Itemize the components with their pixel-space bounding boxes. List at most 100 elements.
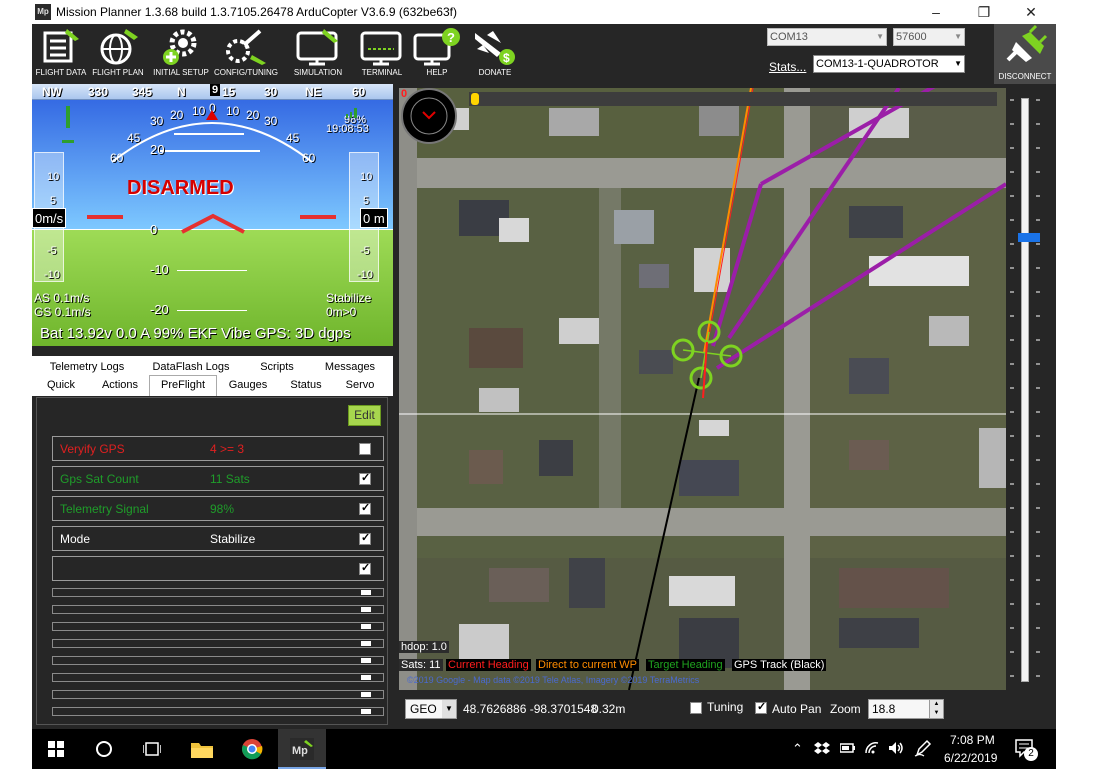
aircraft-symbol: [181, 213, 245, 234]
auto-pan-checkbox[interactable]: [755, 700, 767, 714]
mission-planner-taskbar-button[interactable]: Mp: [278, 729, 326, 769]
task-view-icon: [142, 742, 162, 756]
check-row-collapsed[interactable]: [52, 605, 384, 614]
verify-gps-checkbox[interactable]: [359, 443, 371, 455]
svg-text:$: $: [503, 51, 510, 65]
windows-taskbar: Mp ⌃ 7:08 PM 6/22/2019 2: [32, 729, 1056, 769]
zoom-stepper[interactable]: 18.8 ▲ ▼: [868, 699, 944, 719]
check-row-mode: Mode Stabilize: [52, 526, 384, 551]
signal-bars-icon: [346, 108, 357, 118]
check-row-collapsed[interactable]: [52, 639, 384, 648]
map-status-bar: GEO ▼ 48.7626886 -98.3701548 0.32m Tunin…: [399, 692, 1056, 727]
zoom-slider[interactable]: [1006, 88, 1056, 690]
pen-icon[interactable]: [914, 739, 932, 757]
help-button[interactable]: ? HELP: [412, 24, 462, 84]
baud-select[interactable]: 57600 ▼: [893, 28, 965, 46]
close-button[interactable]: ✕: [1017, 3, 1045, 21]
start-button[interactable]: [32, 729, 80, 769]
taskbar-time[interactable]: 7:08 PM: [950, 733, 995, 747]
action-center-button[interactable]: 2: [1014, 738, 1038, 761]
tab-servo[interactable]: Servo: [338, 376, 382, 395]
tab-gauges[interactable]: Gauges: [222, 376, 274, 395]
windows-logo-icon: [48, 741, 64, 757]
initial-setup-button[interactable]: INITIAL SETUP: [150, 24, 212, 84]
tuning-label: Tuning: [707, 700, 744, 714]
map-imagery: [399, 88, 1006, 690]
restore-button[interactable]: ❐: [970, 3, 998, 21]
tab-quick[interactable]: Quick: [40, 376, 82, 395]
map-heading-value: 0: [401, 88, 408, 100]
battery-icon[interactable]: [840, 743, 856, 753]
notification-count-badge: 2: [1024, 747, 1038, 761]
chevron-down-icon: ▼: [442, 700, 456, 718]
check-row-collapsed[interactable]: [52, 622, 384, 631]
minimize-button[interactable]: ‒: [922, 3, 950, 21]
edit-button[interactable]: Edit: [348, 405, 381, 426]
heading-readout: 9: [210, 84, 221, 96]
tab-telemetry-logs[interactable]: Telemetry Logs: [46, 358, 128, 377]
check-row-collapsed[interactable]: [52, 707, 384, 716]
taskbar-date[interactable]: 6/22/2019: [944, 751, 997, 765]
flight-plan-button[interactable]: FLIGHT PLAN: [90, 24, 146, 84]
satellite-map[interactable]: 0 hdop: 1.0 Sats: 11 Current Heading Dir…: [399, 88, 1006, 690]
mode-checkbox[interactable]: [359, 531, 371, 545]
check-row-telemetry-signal: Telemetry Signal 98%: [52, 496, 384, 521]
check-row-collapsed[interactable]: [52, 588, 384, 597]
mission-planner-icon: Mp: [290, 738, 314, 760]
hud-status-line: Bat 13.92v 0.0 A 99% EKF Vibe GPS: 3D dg…: [40, 325, 351, 342]
telemetry-signal-checkbox[interactable]: [359, 501, 371, 515]
altitude-readout: 0 m: [360, 208, 388, 228]
flight-data-button[interactable]: FLIGHT DATA: [34, 24, 88, 84]
mission-planner-window: Mp Mission Planner 1.3.68 build 1.3.7105…: [32, 0, 1056, 769]
connection-select[interactable]: COM13-1-QUADROTOR ▼: [813, 55, 965, 73]
port-select[interactable]: COM13 ▼: [767, 28, 887, 46]
tab-preflight[interactable]: PreFlight: [149, 375, 217, 396]
task-view-button[interactable]: [128, 729, 176, 769]
coordinates-text: 48.7626886 -98.3701548: [463, 702, 598, 716]
globe-icon: [100, 29, 138, 65]
legend-direct-to-wp: Direct to current WP: [536, 659, 640, 671]
zoom-label: Zoom: [830, 702, 861, 716]
tab-actions[interactable]: Actions: [94, 376, 146, 395]
legend-current-heading: Current Heading: [446, 659, 531, 671]
main-toolbar: FLIGHT DATA FLIGHT PLAN INITIAL SETUP CO…: [32, 24, 1056, 84]
donate-button[interactable]: $ DONATE: [470, 24, 520, 84]
volume-icon[interactable]: [888, 741, 904, 755]
config-tuning-button[interactable]: CONFIG/TUNING: [212, 24, 280, 84]
flight-data-tabs: Telemetry Logs DataFlash Logs Scripts Me…: [32, 356, 393, 396]
stats-link[interactable]: Stats...: [769, 60, 806, 74]
plug-icon: [1006, 24, 1048, 62]
coord-type-select[interactable]: GEO ▼: [405, 699, 457, 719]
svg-text:?: ?: [447, 30, 455, 45]
zoom-ticks: [1010, 99, 1040, 677]
svg-text:Mp: Mp: [292, 745, 308, 757]
file-explorer-button[interactable]: [178, 729, 226, 769]
terminal-icon: [360, 31, 402, 66]
gps-sat-count-checkbox[interactable]: [359, 471, 371, 485]
chrome-button[interactable]: [228, 729, 276, 769]
spinner-icon[interactable]: ▲ ▼: [929, 700, 943, 718]
distance-text: 0.32m: [592, 702, 626, 716]
tray-chevron-up-icon[interactable]: ⌃: [792, 741, 803, 757]
tab-messages[interactable]: Messages: [320, 358, 380, 377]
armed-status: DISARMED: [127, 177, 234, 199]
disconnect-button[interactable]: DISCONNECT: [994, 24, 1056, 84]
terminal-button[interactable]: TERMINAL: [354, 24, 410, 84]
check-row-verify-gps: Veryify GPS 4 >= 3: [52, 436, 384, 461]
empty-check-checkbox[interactable]: [359, 561, 371, 575]
tab-scripts[interactable]: Scripts: [254, 358, 300, 377]
simulation-button[interactable]: SIMULATION: [288, 24, 348, 84]
tuning-checkbox[interactable]: [690, 702, 702, 714]
hud-display[interactable]: NW 330 345 N 15 30 NE 60 9 60 45 30 20 1…: [32, 84, 393, 346]
auto-pan-label: Auto Pan: [772, 702, 822, 716]
check-row-collapsed[interactable]: [52, 656, 384, 665]
check-row-collapsed[interactable]: [52, 673, 384, 682]
wifi-icon[interactable]: [864, 741, 880, 755]
title-bar: Mp Mission Planner 1.3.68 build 1.3.7105…: [32, 0, 1056, 24]
search-button[interactable]: [80, 729, 128, 769]
check-row-collapsed[interactable]: [52, 690, 384, 699]
tab-status[interactable]: Status: [284, 376, 328, 395]
monitor-plane-icon: [43, 29, 79, 63]
dropbox-icon[interactable]: [814, 741, 830, 755]
wrench-plane-icon: [226, 29, 266, 65]
